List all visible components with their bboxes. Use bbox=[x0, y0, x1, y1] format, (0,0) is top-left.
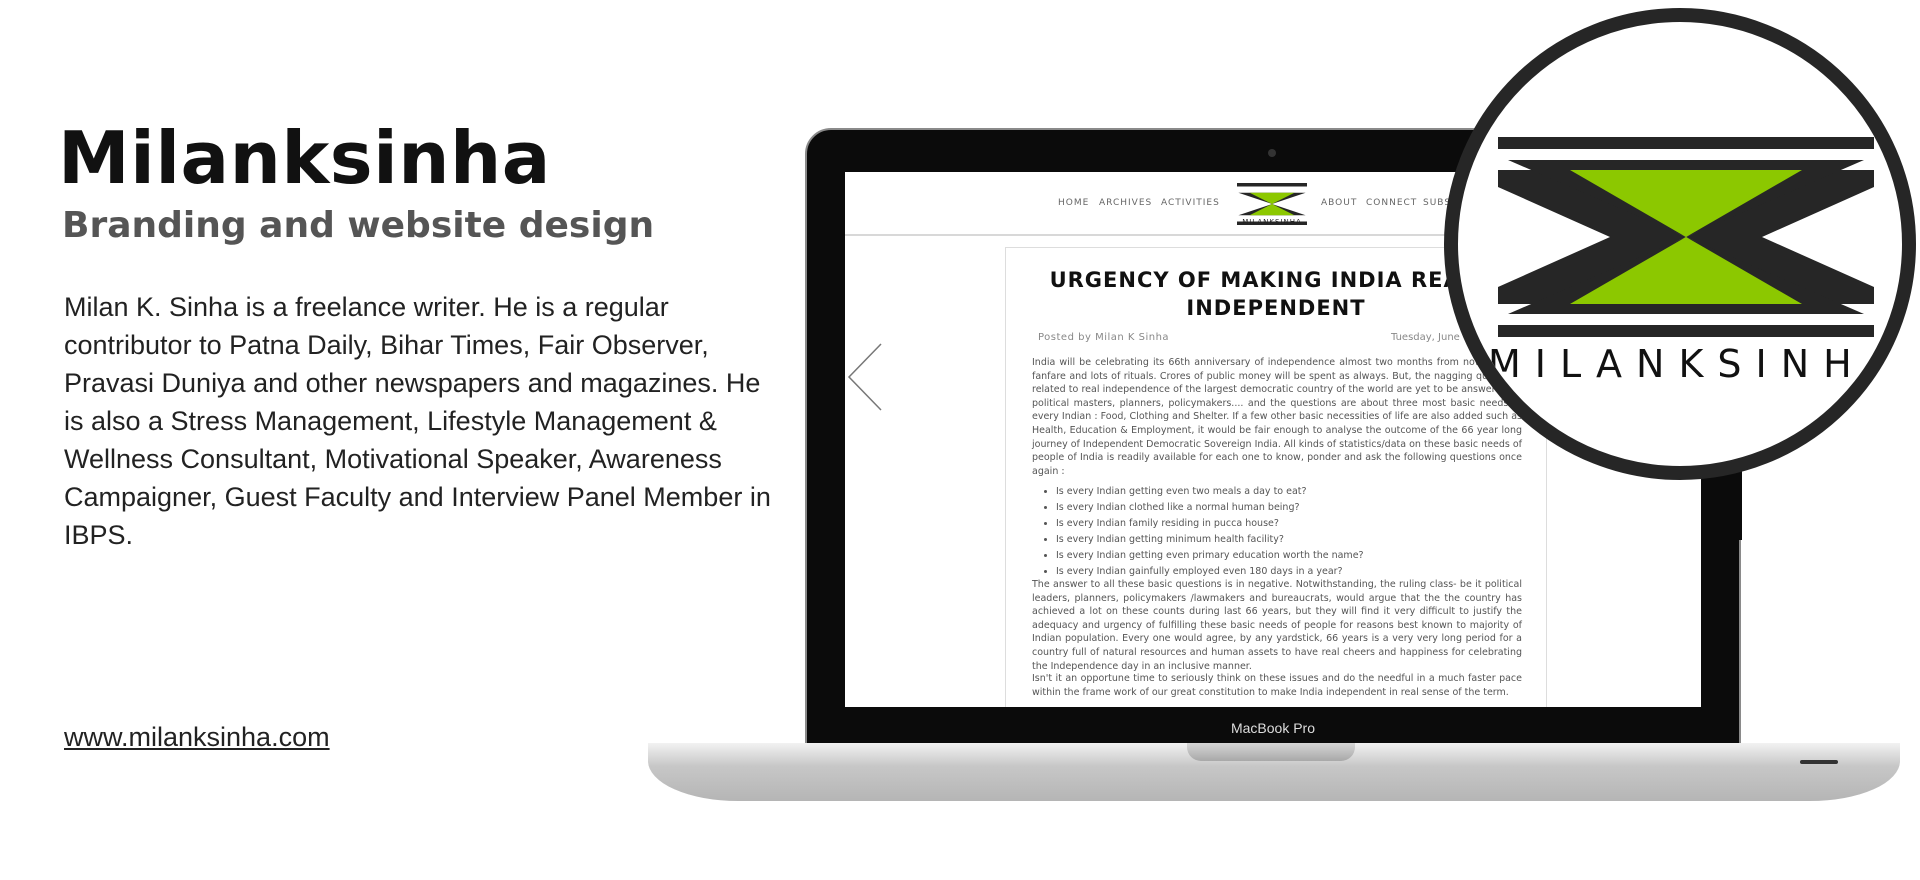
list-item: Is every Indian clothed like a normal hu… bbox=[1056, 500, 1546, 516]
laptop-model-label: MacBook Pro bbox=[1230, 720, 1316, 736]
bio-paragraph: Milan K. Sinha is a freelance writer. He… bbox=[64, 292, 771, 550]
list-item: Is every Indian family residing in pucca… bbox=[1056, 516, 1546, 532]
magnifier-handle bbox=[1702, 470, 1742, 540]
list-item: Is every Indian getting minimum health f… bbox=[1056, 532, 1546, 548]
article-date: Tuesday, June bbox=[1391, 332, 1460, 343]
nav-logo-text: MILANKSINHA bbox=[1242, 218, 1302, 226]
posted-by-label: Posted by bbox=[1038, 332, 1092, 343]
article-paragraph: Isn't it an opportune time to seriously … bbox=[1032, 673, 1522, 698]
nav-about[interactable]: ABOUT bbox=[1321, 198, 1357, 208]
camera-icon bbox=[1268, 149, 1276, 157]
prev-arrow-icon[interactable] bbox=[847, 342, 887, 412]
article-paragraph: India will be celebrating its 66th anniv… bbox=[1032, 357, 1522, 477]
magnifier: MILANKSINHA bbox=[1444, 8, 1916, 480]
question-list: Is every Indian getting even two meals a… bbox=[1032, 484, 1546, 580]
article-author[interactable]: Milan K Sinha bbox=[1095, 332, 1169, 343]
list-item: Is every Indian getting even primary edu… bbox=[1056, 548, 1546, 564]
article-paragraph: The answer to all these basic questions … bbox=[1032, 579, 1522, 672]
nav-archives[interactable]: ARCHIVES bbox=[1099, 198, 1152, 208]
website-link[interactable]: www.milanksinha.com bbox=[64, 722, 330, 753]
nav-connect[interactable]: CONNECT bbox=[1366, 198, 1417, 208]
page-title: Milanksinha bbox=[58, 116, 551, 200]
nav-home[interactable]: HOME bbox=[1058, 198, 1089, 208]
article-byline: Posted by Milan K Sinha bbox=[1038, 332, 1169, 343]
magnifier-logo-text: MILANKSINHA bbox=[1488, 342, 1906, 386]
milanksinha-logo-icon bbox=[1498, 137, 1874, 337]
page-subtitle: Branding and website design bbox=[62, 205, 655, 246]
laptop-indicator bbox=[1800, 760, 1838, 764]
laptop-notch bbox=[1187, 743, 1355, 761]
nav-activities[interactable]: ACTIVITIES bbox=[1161, 198, 1220, 208]
list-item: Is every Indian getting even two meals a… bbox=[1056, 484, 1546, 500]
